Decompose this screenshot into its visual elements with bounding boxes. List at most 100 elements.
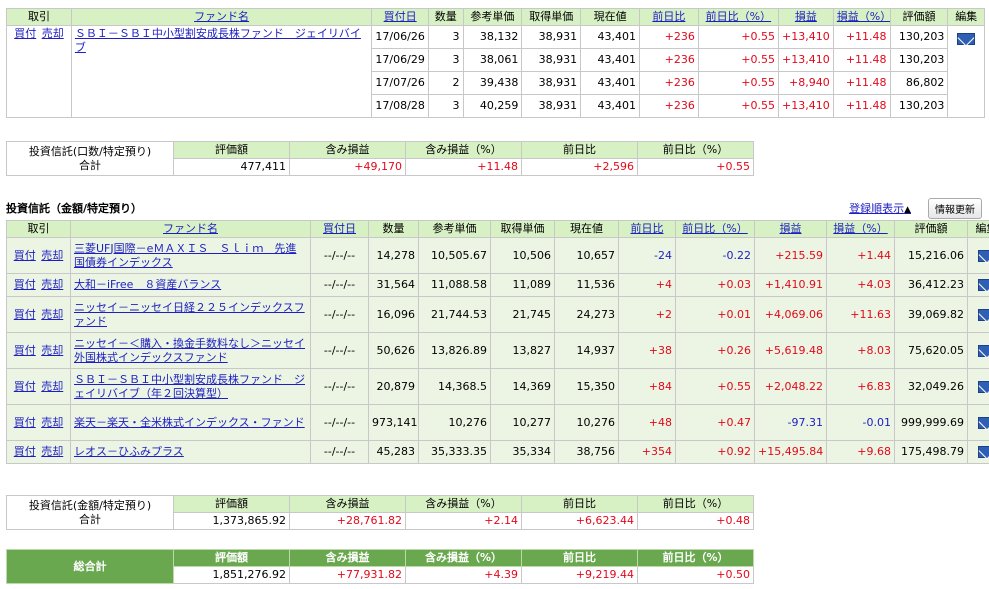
buy-link[interactable]: 買付	[14, 344, 36, 357]
acq-price: 38,931	[521, 94, 582, 118]
cur-price: 43,401	[580, 71, 640, 95]
profit-loss-pct: +1.44	[826, 237, 895, 274]
col-date-sort-link[interactable]: 買付日	[323, 222, 356, 235]
buy-date: --/--/--	[310, 273, 369, 297]
qty: 45,283	[368, 440, 419, 464]
buy-link[interactable]: 買付	[14, 416, 36, 429]
refresh-button[interactable]: 情報更新	[928, 198, 982, 219]
col-cur-price: 現在値	[554, 220, 619, 238]
sell-link[interactable]: 売却	[41, 380, 63, 393]
sell-link[interactable]: 売却	[41, 344, 63, 357]
sort-order-link[interactable]: 登録順表示▲	[849, 200, 911, 216]
summary-label: 投資信託(金額/特定預り)	[28, 498, 152, 512]
profit-loss: +8,940	[777, 71, 834, 95]
col-pl-sort-link[interactable]: 損益	[795, 10, 817, 23]
fund-name-link[interactable]: ニッセイ－ニッセイ日経２２５インデックスファンド	[74, 301, 305, 328]
ref-price: 10,276	[418, 404, 491, 441]
cur-price: 10,276	[554, 404, 619, 441]
sum-pl: +49,170	[289, 158, 406, 176]
buy-link[interactable]: 買付	[14, 445, 36, 458]
mail-icon[interactable]	[977, 416, 989, 429]
acq-price: 14,369	[490, 368, 555, 405]
holdings-table-amount: 取引 ファンド名 買付日 数量 参考単価 取得単価 現在値 前日比 前日比（%）…	[6, 220, 989, 464]
day-change-pct: +0.55	[697, 48, 779, 72]
col-day-chg-pct-sort-link[interactable]: 前日比（%）	[706, 10, 771, 23]
day-change: +236	[639, 25, 699, 49]
profit-loss: +13,410	[777, 48, 834, 72]
sum-h-value: 評価額	[173, 141, 290, 159]
day-change-pct: -0.22	[675, 237, 755, 274]
sum-h-plp: 含み損益（%）	[405, 141, 522, 159]
col-fund-sort-link[interactable]: ファンド名	[163, 222, 218, 235]
profit-loss-pct: +11.48	[832, 48, 891, 72]
profit-loss: +5,619.48	[754, 332, 827, 369]
sum-h-dc: 前日比	[521, 141, 638, 159]
mail-icon[interactable]	[977, 279, 989, 291]
col-day-chg-sort-link[interactable]: 前日比	[652, 10, 685, 23]
qty: 3	[428, 94, 464, 118]
summary-units: 投資信託(口数/特定預り) 合計 評価額 含み損益 含み損益（%） 前日比 前日…	[6, 141, 754, 176]
col-acq-price: 取得単価	[490, 220, 555, 238]
sell-link[interactable]: 売却	[41, 416, 63, 429]
col-value: 評価額	[894, 220, 968, 238]
summary-total-label: 合計	[79, 158, 101, 172]
buy-link[interactable]: 買付	[14, 380, 36, 393]
sell-link[interactable]: 売却	[42, 27, 64, 40]
col-day-chg-sort-link[interactable]: 前日比	[631, 222, 664, 235]
mail-icon[interactable]	[977, 249, 989, 262]
col-cur-price: 現在値	[580, 8, 640, 26]
valuation: 32,049.26	[894, 368, 968, 405]
col-fund-sort-link[interactable]: ファンド名	[194, 10, 249, 23]
buy-link[interactable]: 買付	[14, 249, 36, 262]
col-pl-pct-sort-link[interactable]: 損益（%）	[837, 10, 889, 23]
sell-link[interactable]: 売却	[41, 308, 63, 321]
day-change-pct: +0.55	[697, 25, 779, 49]
col-date-sort-link[interactable]: 買付日	[384, 10, 417, 23]
mail-icon[interactable]	[977, 308, 989, 321]
col-pl-sort-link[interactable]: 損益	[780, 222, 802, 235]
table-header-row: 取引 ファンド名 買付日 数量 参考単価 取得単価 現在値 前日比 前日比（%）…	[6, 8, 985, 26]
summary-amount: 投資信託(金額/特定預り) 合計 評価額 含み損益 含み損益（%） 前日比 前日…	[6, 495, 754, 530]
ref-price: 38,061	[462, 48, 523, 72]
profit-loss: +2,048.22	[754, 368, 827, 405]
ref-price: 14,368.5	[418, 368, 491, 405]
fund-name-link[interactable]: ニッセイ－＜購入・換金手数料なし＞ニッセイ外国株式インデックスファンド	[74, 337, 305, 364]
mail-icon[interactable]	[957, 33, 976, 45]
table-row: 買付 売却 レオス－ひふみプラス --/--/-- 45,283 35,333.35 35…	[6, 440, 989, 464]
buy-date: 17/07/26	[371, 71, 430, 95]
mail-icon[interactable]	[977, 344, 989, 357]
buy-date: 17/08/28	[371, 94, 430, 118]
acq-price: 10,506	[490, 237, 555, 274]
profit-loss: +15,495.84	[754, 440, 827, 464]
profit-loss: +4,069.06	[754, 296, 827, 333]
buy-link[interactable]: 買付	[14, 308, 36, 321]
gt-plp: +4.39	[405, 566, 522, 584]
valuation: 130,203	[889, 25, 949, 49]
holdings-table-units: 取引 ファンド名 買付日 数量 参考単価 取得単価 現在値 前日比 前日比（%）…	[6, 8, 985, 118]
sell-link[interactable]: 売却	[41, 278, 63, 291]
acq-price: 38,931	[521, 71, 582, 95]
col-day-chg-pct-sort-link[interactable]: 前日比（%）	[682, 222, 747, 235]
buy-date: --/--/--	[310, 296, 369, 333]
fund-name-link[interactable]: 大和－iFree ８資産バランス	[74, 278, 221, 291]
fund-name-link[interactable]: 楽天－楽天・全米株式インデックス・ファンド	[74, 416, 305, 429]
acq-price: 10,277	[490, 404, 555, 441]
sell-link[interactable]: 売却	[41, 249, 63, 262]
fund-name-link[interactable]: ＳＢＩ－ＳＢＩ中小型割安成長株ファンド ジェイリバイブ（年２回決算型）	[74, 373, 305, 400]
mail-icon[interactable]	[977, 380, 989, 393]
fund-name-link[interactable]: ＳＢＩ－ＳＢＩ中小型割安成長株ファンド ジェイリバイブ	[75, 27, 361, 54]
gt-h-plp: 含み損益（%）	[405, 549, 522, 567]
cur-price: 11,536	[554, 273, 619, 297]
sell-link[interactable]: 売却	[41, 445, 63, 458]
buy-link[interactable]: 買付	[14, 27, 36, 40]
mail-icon[interactable]	[977, 446, 989, 458]
day-change-pct: +0.55	[697, 94, 779, 118]
qty: 14,278	[368, 237, 419, 274]
cur-price: 14,937	[554, 332, 619, 369]
col-pl-pct-sort-link[interactable]: 損益（%）	[833, 222, 887, 235]
profit-loss-pct: -0.01	[826, 404, 895, 441]
qty: 973,141	[368, 404, 419, 441]
fund-name-link[interactable]: レオス－ひふみプラス	[74, 445, 184, 458]
buy-link[interactable]: 買付	[14, 278, 36, 291]
fund-name-link[interactable]: 三菱UFJ国際－eＭＡＸＩＳ Ｓｌｉｍ 先進国債券インデックス	[74, 242, 296, 269]
